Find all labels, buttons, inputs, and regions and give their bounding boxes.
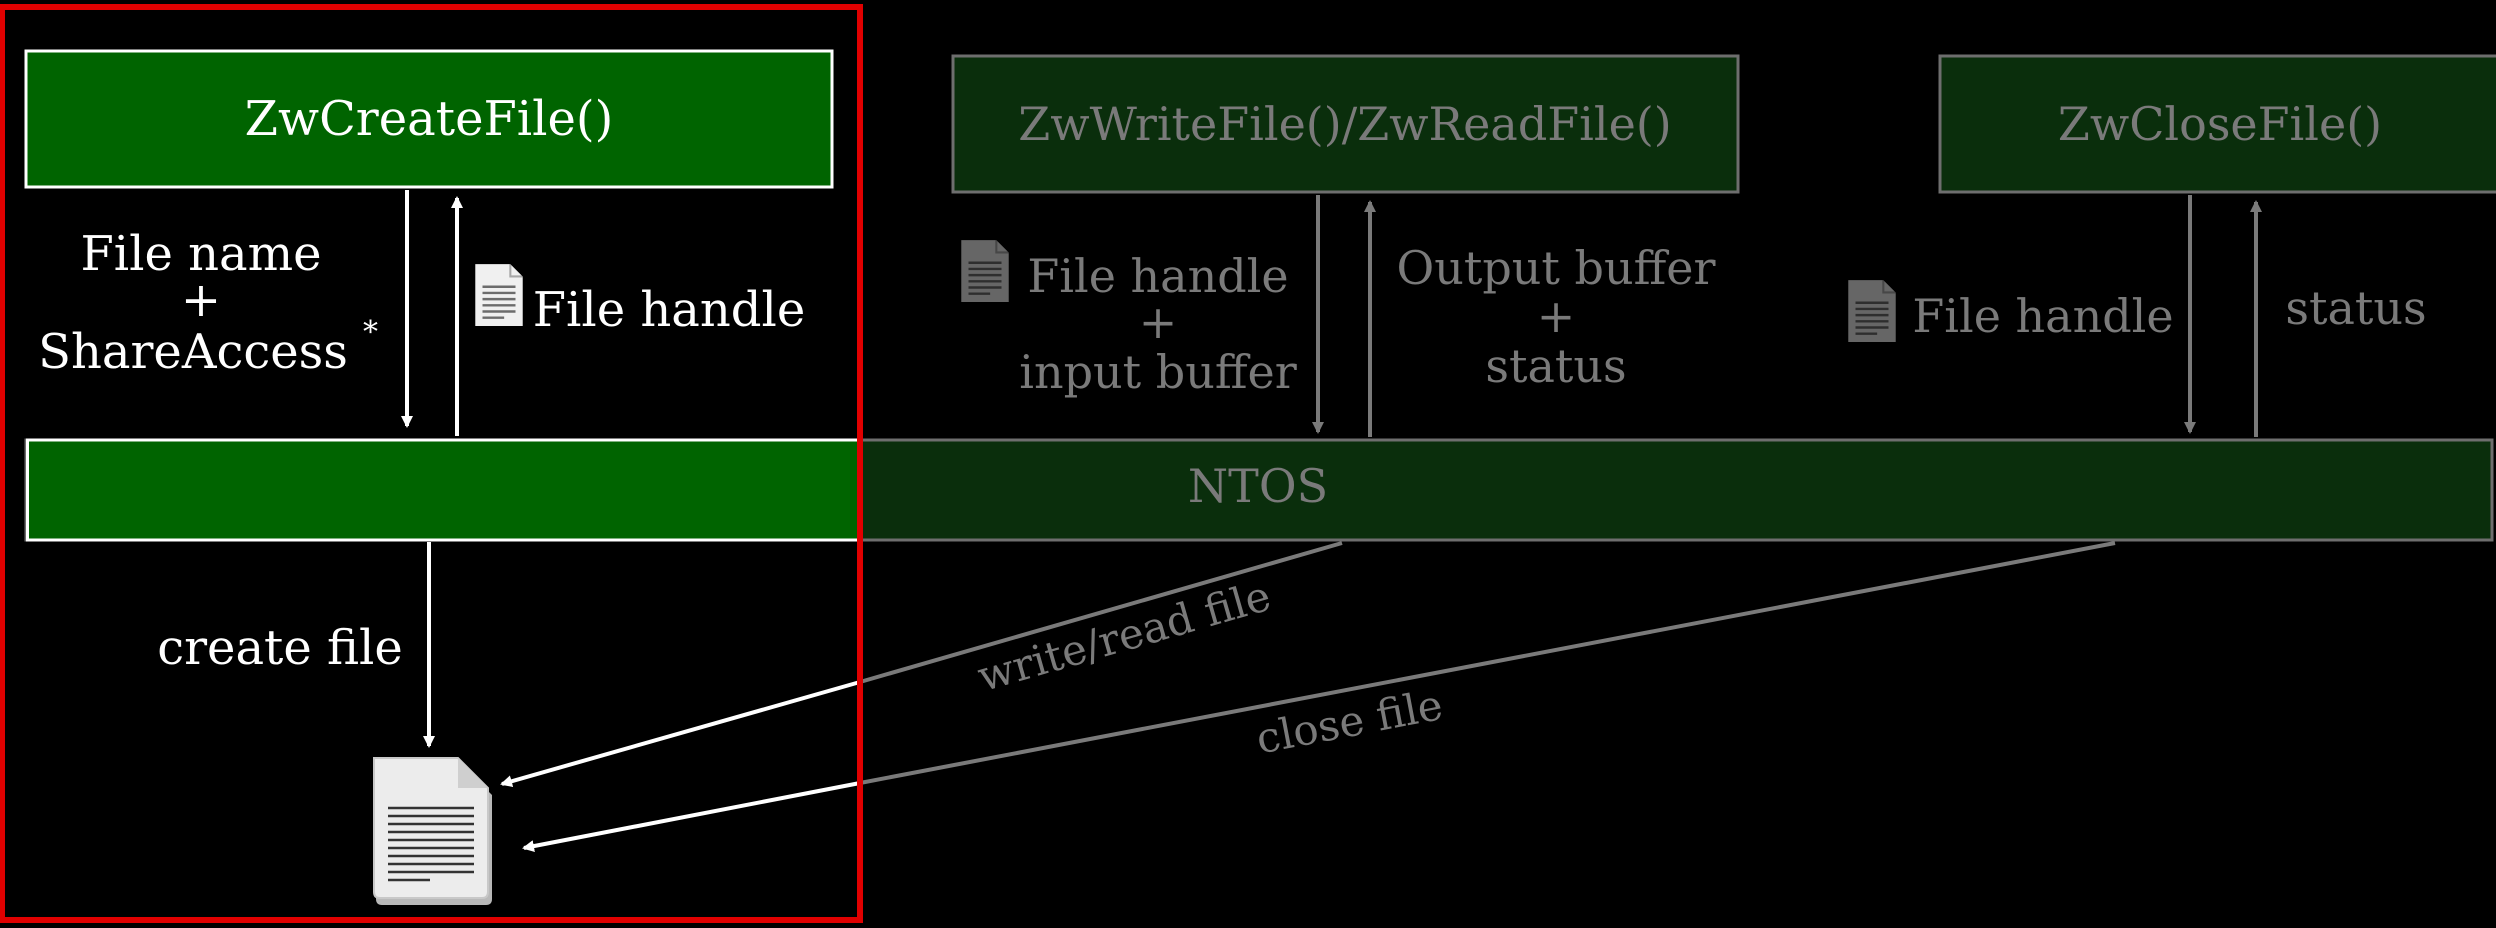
write-out-line3: status (1485, 339, 1626, 393)
create-file-label: create file (157, 620, 403, 676)
write-read-arrow (500, 680, 861, 788)
zwclosefile-label: ZwCloseFile() (2058, 97, 2382, 151)
create-out-label: File handle (533, 282, 806, 338)
close-out-label: status (2285, 281, 2426, 335)
small-document-icon (959, 238, 1011, 304)
small-document-icon (1846, 278, 1898, 344)
write-in-line3: input buffer (1019, 345, 1296, 399)
small-document-icon (473, 262, 525, 328)
close-in-label: File handle (1912, 289, 2173, 343)
close-file-label: close file (1252, 680, 1446, 763)
zwcreatefile-label: ZwCreateFile() (245, 91, 614, 147)
diagram-canvas: NTOS ZwWriteFile()/ZwReadFile() ZwCloseF… (0, 0, 2496, 923)
zwwritefile-label: ZwWriteFile()/ZwReadFile() (1018, 97, 1671, 151)
write-out-line2: + (1537, 289, 1576, 343)
document-icon (373, 757, 492, 905)
write-out-line1: Output buffer (1397, 241, 1716, 295)
write-in-line2: + (1139, 295, 1178, 349)
close-file-arrow (522, 781, 861, 852)
create-in-line2: + (181, 272, 221, 328)
diagram-svg: NTOS ZwWriteFile()/ZwReadFile() ZwCloseF… (0, 4, 2496, 923)
ntos-label: NTOS (1188, 459, 1328, 513)
create-in-line3: ShareAccess (38, 324, 348, 380)
create-in-footnote: * (363, 315, 378, 350)
ntos-box-highlight (26, 440, 860, 540)
